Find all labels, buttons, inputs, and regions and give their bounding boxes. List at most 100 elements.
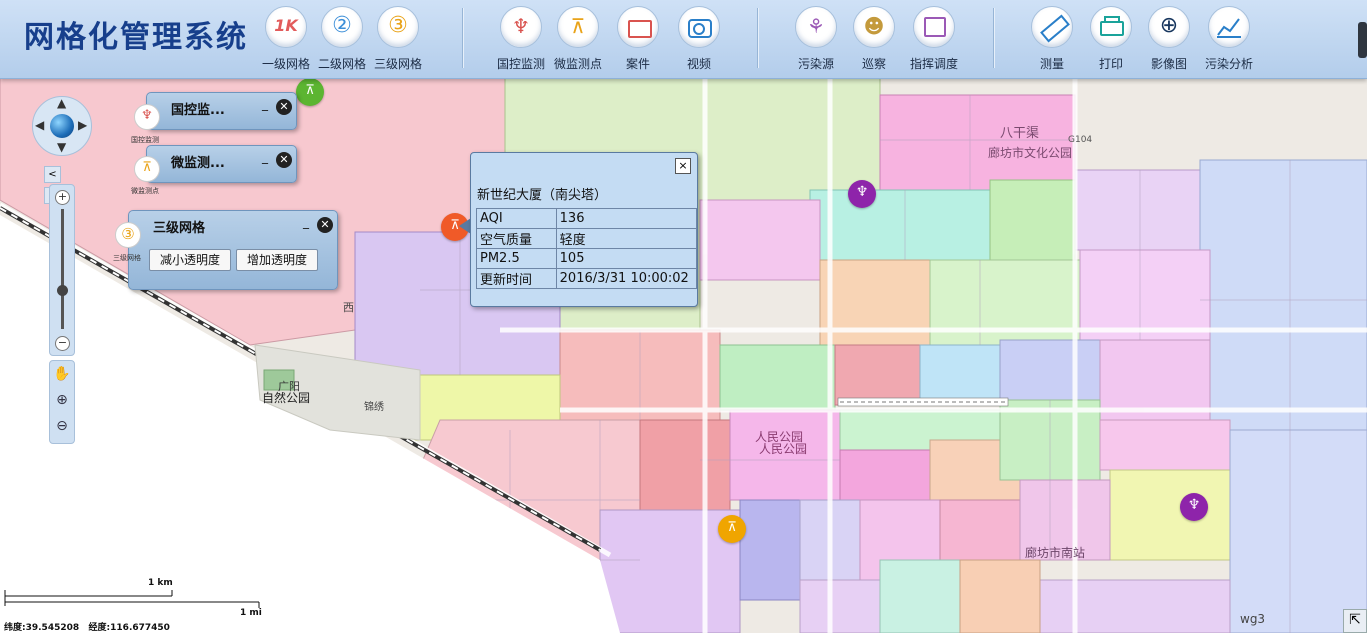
map-label: 八干渠 <box>1000 126 1040 141</box>
layer-panel-title: 三级网格 <box>153 221 206 236</box>
patrol-icon: ☻ <box>853 6 895 48</box>
layer-tag: wg3 <box>1240 612 1266 626</box>
map-label: 锦绣 <box>364 402 384 413</box>
row-value: 105 <box>555 248 698 269</box>
layer-panel-title: 国控监... <box>171 103 225 118</box>
table-row: PM2.5 105 <box>476 248 698 269</box>
tool-satellite-image[interactable]: ⊕ 影像图 <box>1137 6 1201 72</box>
history-nav: <> <box>44 162 78 204</box>
tool-grid-level1[interactable]: 1K 一级网格 <box>254 6 318 72</box>
zoom-in-box-icon[interactable]: ⊕ <box>50 387 74 413</box>
tool-grid-level2[interactable]: ② 二级网格 <box>310 6 374 72</box>
pan-left-icon[interactable]: ◀ <box>35 118 44 132</box>
national-monitor-marker[interactable]: ♆ <box>848 180 876 208</box>
map-label: 西 <box>343 301 354 314</box>
grid-level3-icon: ③ <box>377 6 419 48</box>
grid-level3-layer-icon: ③ <box>115 222 141 248</box>
case-folder-icon <box>617 6 659 48</box>
measure-icon <box>1031 6 1073 48</box>
zoom-track[interactable] <box>61 209 64 329</box>
map-label: 人民公园 <box>759 442 808 456</box>
tool-label: 一级网格 <box>261 57 310 71</box>
tool-pollution-analysis[interactable]: 污染分析 <box>1197 6 1261 72</box>
tool-print[interactable]: 打印 <box>1079 6 1143 72</box>
tool-label: 国控监测 <box>496 57 545 71</box>
micro-monitor-marker[interactable]: ⊼ <box>718 515 746 543</box>
tool-label: 影像图 <box>1150 57 1187 71</box>
tool-label: 打印 <box>1098 57 1123 71</box>
layer-icon-label: 微监测点 <box>131 187 159 195</box>
pollution-source-icon: ⚘ <box>795 6 837 48</box>
expand-corner-icon[interactable]: ⇱ <box>1343 609 1367 633</box>
tool-grid-level3[interactable]: ③ 三级网格 <box>366 6 430 72</box>
zoom-out-box-icon[interactable]: ⊖ <box>50 413 74 439</box>
pan-up-icon[interactable]: ▲ <box>57 96 66 110</box>
national-monitor-icon: ♆ <box>855 184 869 200</box>
tool-label: 指挥调度 <box>909 57 958 71</box>
map-label: 廊坊市文化公园 <box>988 146 1073 160</box>
grid-level1-icon: 1K <box>265 6 307 48</box>
longitude-label: 经度: <box>88 623 111 633</box>
station-info-popup: × 新世纪大厦（南尖塔） AQI 136 空气质量 轻度 PM2.5 105 更新时间… <box>470 152 698 307</box>
tool-measure[interactable]: 测量 <box>1020 6 1084 72</box>
coordinate-readout: 纬度:39.545208 经度:116.677450 <box>4 620 170 633</box>
app-title: 网格化管理系统 <box>24 20 248 55</box>
grid-level2-icon: ② <box>321 6 363 48</box>
tool-case[interactable]: 案件 <box>606 6 670 72</box>
close-icon[interactable]: ✕ <box>317 217 333 233</box>
longitude-value: 116.677450 <box>110 623 170 633</box>
green-marker[interactable]: ⊼ <box>296 78 324 106</box>
layer-panel-grid-level3[interactable]: 三级网格 _ ✕ 减小透明度 增加透明度 <box>128 210 338 290</box>
zoom-in-icon[interactable]: + <box>55 190 70 205</box>
layer-panel-national-monitor[interactable]: 国控监... _ ✕ <box>146 92 297 130</box>
tool-micro-monitor[interactable]: ⊼ 微监测点 <box>546 6 610 72</box>
zoom-out-icon[interactable]: − <box>55 336 70 351</box>
close-icon[interactable]: ✕ <box>276 152 292 168</box>
tool-label: 视频 <box>686 57 711 71</box>
national-monitor-layer-icon: ♆ <box>134 104 160 130</box>
satellite-image-icon: ⊕ <box>1148 6 1190 48</box>
toolbar-separator <box>462 8 464 68</box>
minimize-button[interactable]: _ <box>303 215 309 229</box>
minimize-button[interactable]: _ <box>262 97 268 111</box>
micro-monitor-icon: ⊼ <box>727 520 737 535</box>
video-icon <box>678 6 720 48</box>
tool-pollution-source[interactable]: ⚘ 污染源 <box>784 6 848 72</box>
popup-close-button[interactable]: × <box>675 158 691 174</box>
print-icon <box>1090 6 1132 48</box>
pan-right-icon[interactable]: ▶ <box>78 118 87 132</box>
decrease-opacity-button[interactable]: 减小透明度 <box>149 249 231 271</box>
national-monitor-marker[interactable]: ♆ <box>1180 493 1208 521</box>
row-value: 2016/3/31 10:00:02 <box>555 268 698 289</box>
scale-mi-label: 1 mi <box>240 608 262 618</box>
tool-patrol[interactable]: ☻ 巡察 <box>842 6 906 72</box>
tool-national-monitor[interactable]: ♆ 国控监测 <box>489 6 553 72</box>
zoom-handle[interactable] <box>57 285 68 296</box>
scroll-handle[interactable] <box>1358 22 1367 58</box>
micro-monitor-icon: ⊼ <box>305 83 315 98</box>
national-monitor-icon: ♆ <box>1187 497 1201 513</box>
layer-icon-label: 国控监测 <box>131 136 159 144</box>
minimize-button[interactable]: _ <box>262 150 268 164</box>
pollution-analysis-icon <box>1208 6 1250 48</box>
top-toolbar: 网格化管理系统 1K 一级网格 ② 二级网格 ③ 三级网格 ♆ 国控监测 ⊼ 微… <box>0 0 1367 79</box>
tool-dispatch[interactable]: 指挥调度 <box>902 6 966 72</box>
pan-control[interactable]: ▲ ▼ ◀ ▶ <box>32 96 92 156</box>
row-value: 136 <box>555 208 698 229</box>
increase-opacity-button[interactable]: 增加透明度 <box>236 249 318 271</box>
tool-label: 案件 <box>625 57 650 71</box>
globe-icon[interactable] <box>50 114 74 138</box>
layer-panel-title: 微监测... <box>171 156 225 171</box>
pan-down-icon[interactable]: ▼ <box>57 140 66 154</box>
micro-monitor-layer-icon: ⊼ <box>134 156 160 182</box>
layer-icon-label: 三级网格 <box>113 254 141 262</box>
hand-pan-icon[interactable]: ✋ <box>50 361 74 387</box>
scale-bar: 1 km 1 mi <box>4 578 262 618</box>
close-icon[interactable]: ✕ <box>276 99 292 115</box>
previous-extent-icon[interactable]: < <box>44 166 61 183</box>
layer-panel-micro-monitor[interactable]: 微监测... _ ✕ <box>146 145 297 183</box>
zoom-slider[interactable]: + − <box>49 184 75 356</box>
tool-video[interactable]: 视频 <box>667 6 731 72</box>
table-row: 更新时间 2016/3/31 10:00:02 <box>476 268 698 289</box>
map-label: G104 <box>1068 135 1093 145</box>
